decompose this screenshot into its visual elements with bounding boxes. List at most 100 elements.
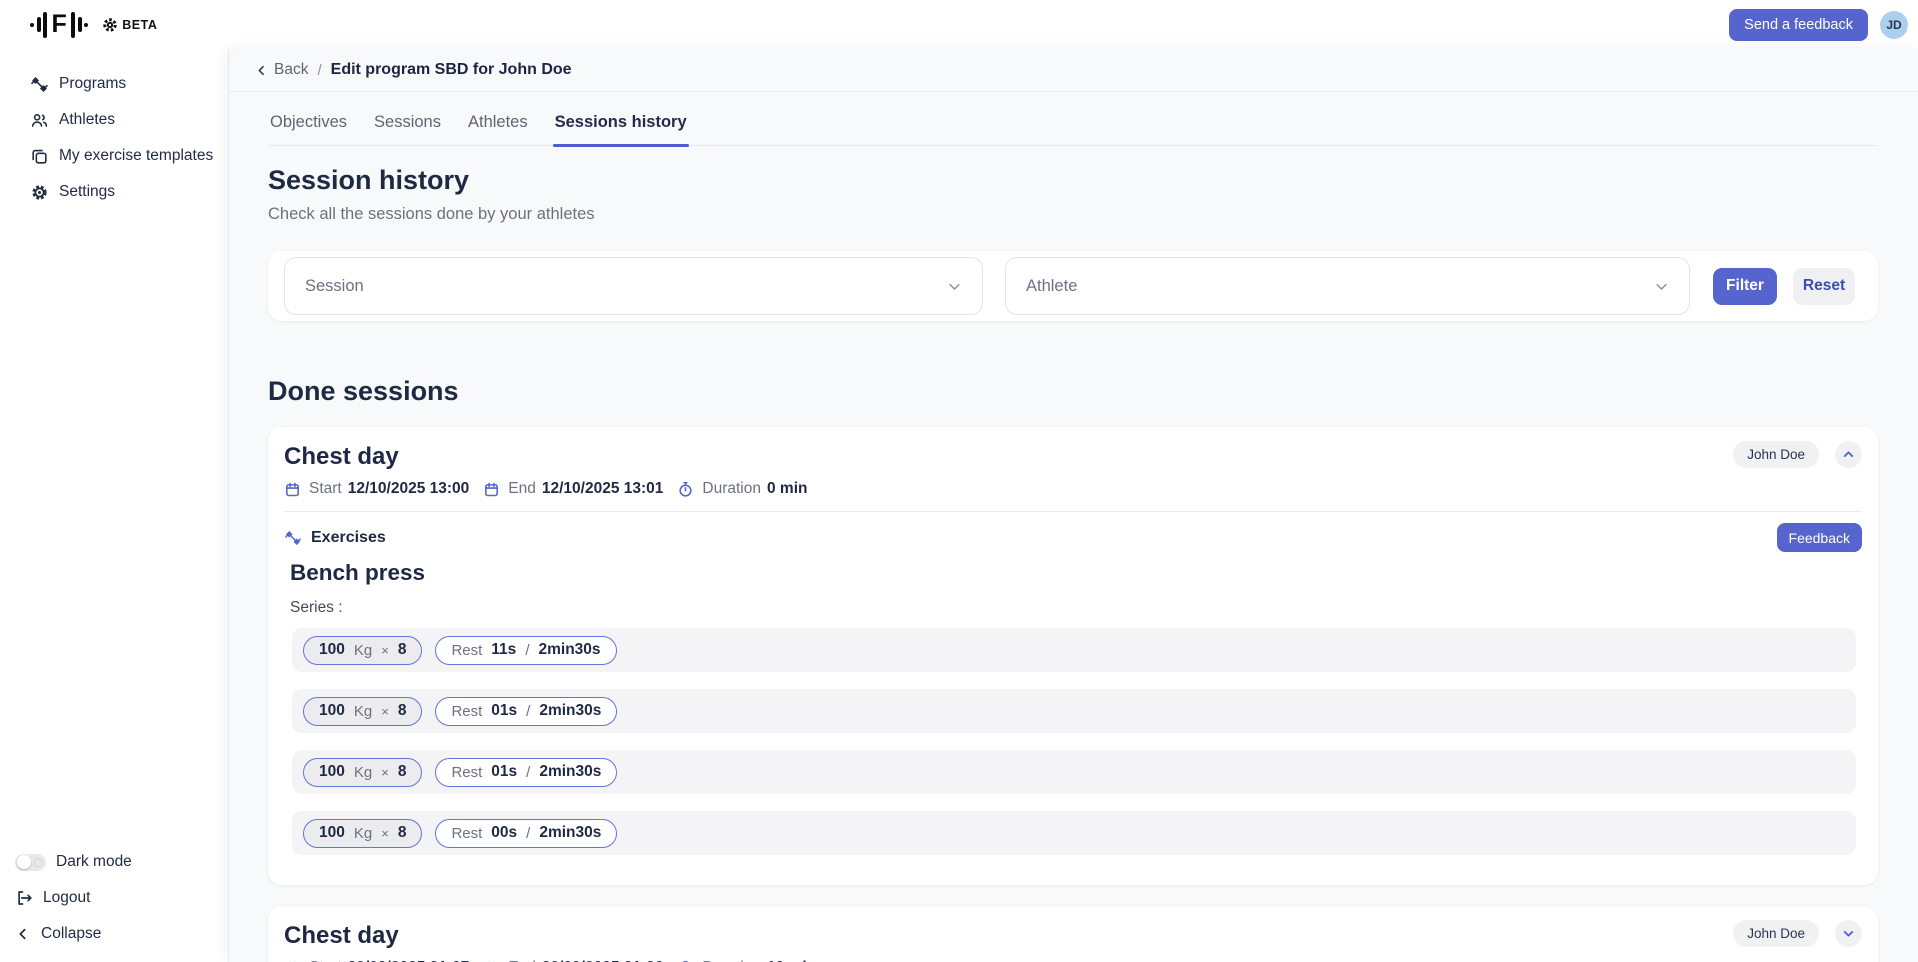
- collapse-session-button[interactable]: [1835, 441, 1862, 468]
- sidebar-item-settings[interactable]: Settings: [0, 174, 228, 210]
- filter-button[interactable]: Filter: [1713, 268, 1777, 305]
- weight-value: 100: [319, 763, 345, 781]
- beta-label: BETA: [122, 18, 157, 32]
- sidebar-item-programs[interactable]: Programs: [0, 66, 228, 102]
- exercise-name: Bench press: [290, 560, 1862, 586]
- rest-label: Rest: [451, 764, 482, 781]
- logo-bar: [78, 17, 82, 32]
- series-row: 100 Kg × 8 Rest 01s / 2min30s: [292, 689, 1856, 733]
- weight-value: 100: [319, 702, 345, 720]
- logo-letter: F: [52, 12, 67, 37]
- session-select[interactable]: Session: [284, 257, 983, 315]
- reps-value: 8: [398, 824, 407, 842]
- dark-mode-row: Dark mode: [0, 844, 228, 880]
- start-label: Start: [309, 480, 342, 498]
- tab-sessions-history[interactable]: Sessions history: [553, 109, 689, 145]
- tab-sessions[interactable]: Sessions: [372, 109, 443, 145]
- logo-bar: [30, 23, 34, 27]
- main-panel: Back / Edit program SBD for John Doe Obj…: [229, 49, 1918, 962]
- rest-total-value: 2min30s: [539, 702, 601, 720]
- rest-total-value: 2min30s: [539, 763, 601, 781]
- session-card-controls: John Doe: [1733, 920, 1862, 947]
- beta-gear-icon: [102, 17, 118, 33]
- duration-meta: Duration 0 min: [677, 480, 807, 498]
- session-card-header: Chest day John Doe: [284, 920, 1862, 950]
- page-title: Session history: [268, 165, 1878, 196]
- session-title: Chest day: [284, 920, 399, 950]
- series-row: 100 Kg × 8 Rest 11s / 2min30s: [292, 628, 1856, 672]
- users-icon: [30, 111, 49, 130]
- collapse-button[interactable]: Collapse: [0, 916, 228, 952]
- breadcrumb-separator: /: [317, 62, 321, 79]
- series-label: Series :: [290, 599, 1862, 617]
- sidebar: Programs Athletes My exercise templates …: [0, 49, 229, 962]
- page-subtitle: Check all the sessions done by your athl…: [268, 205, 1878, 224]
- weight-unit: Kg: [354, 825, 372, 842]
- copy-icon: [30, 147, 49, 166]
- athlete-select[interactable]: Athlete: [1005, 257, 1690, 315]
- weight-chip: 100 Kg × 8: [303, 758, 422, 787]
- sidebar-item-templates[interactable]: My exercise templates: [0, 138, 228, 174]
- dumbbell-icon: [30, 75, 49, 94]
- feedback-button[interactable]: Feedback: [1777, 523, 1862, 552]
- rest-total-value: 2min30s: [539, 824, 601, 842]
- series-row: 100 Kg × 8 Rest 00s / 2min30s: [292, 811, 1856, 855]
- session-select-placeholder: Session: [305, 277, 364, 296]
- rest-value: 01s: [491, 763, 517, 781]
- dark-mode-toggle[interactable]: [15, 854, 46, 871]
- session-title: Chest day: [284, 441, 399, 471]
- dark-mode-label: Dark mode: [56, 853, 132, 871]
- athlete-badge: John Doe: [1733, 441, 1819, 468]
- rest-separator: /: [525, 642, 529, 659]
- exercises-label: Exercises: [311, 529, 386, 547]
- rest-total-value: 2min30s: [538, 641, 600, 659]
- tab-bar: Objectives Sessions Athletes Sessions hi…: [268, 109, 1878, 146]
- chevron-down-icon: [1842, 927, 1855, 940]
- rest-label: Rest: [451, 642, 482, 659]
- sidebar-bottom: Dark mode Logout Collapse: [0, 844, 228, 962]
- dumbbell-icon: [284, 529, 302, 547]
- filter-bar: Session Athlete Filter Reset: [268, 251, 1878, 321]
- card-divider: [284, 511, 1862, 512]
- athlete-select-placeholder: Athlete: [1026, 277, 1077, 296]
- weight-value: 100: [319, 824, 345, 842]
- weight-value: 100: [319, 641, 345, 659]
- times-symbol: ×: [381, 765, 389, 780]
- calendar-icon: [284, 481, 301, 498]
- times-symbol: ×: [381, 704, 389, 719]
- rest-label: Rest: [451, 825, 482, 842]
- weight-unit: Kg: [354, 764, 372, 781]
- logo-bar: [43, 12, 47, 38]
- toggle-knob: [17, 855, 31, 869]
- logout-button[interactable]: Logout: [0, 880, 228, 916]
- expand-session-button[interactable]: [1835, 920, 1862, 947]
- avatar[interactable]: JD: [1880, 11, 1908, 39]
- chevron-left-icon: [255, 64, 268, 77]
- end-label: End: [508, 480, 536, 498]
- session-meta-row: Start 12/10/2025 13:00 End 12/10/2025 13…: [284, 480, 1862, 498]
- tab-objectives[interactable]: Objectives: [268, 109, 349, 145]
- chevron-left-icon: [15, 926, 31, 942]
- sidebar-item-label: Settings: [59, 183, 115, 201]
- rest-value: 01s: [491, 702, 517, 720]
- rest-label: Rest: [451, 703, 482, 720]
- gear-icon: [30, 183, 49, 202]
- weight-chip: 100 Kg × 8: [303, 819, 422, 848]
- breadcrumb: Back / Edit program SBD for John Doe: [229, 49, 1918, 92]
- session-card: Chest day John Doe Start 29/09/: [268, 906, 1878, 962]
- session-card-header: Chest day John Doe: [284, 441, 1862, 471]
- sidebar-item-label: Programs: [59, 75, 126, 93]
- send-feedback-button[interactable]: Send a feedback: [1729, 9, 1868, 41]
- athlete-badge: John Doe: [1733, 920, 1819, 947]
- reset-button[interactable]: Reset: [1793, 268, 1855, 305]
- duration-value: 0 min: [767, 480, 807, 498]
- weight-chip: 100 Kg × 8: [303, 697, 422, 726]
- toggle-off-indicator: [34, 858, 43, 867]
- sidebar-item-athletes[interactable]: Athletes: [0, 102, 228, 138]
- beta-badge: BETA: [102, 17, 157, 33]
- chevron-up-icon: [1842, 448, 1855, 461]
- exercises-heading: Exercises: [284, 529, 386, 547]
- app-logo-icon: F: [30, 12, 88, 38]
- tab-athletes[interactable]: Athletes: [466, 109, 530, 145]
- back-link[interactable]: Back: [255, 61, 308, 79]
